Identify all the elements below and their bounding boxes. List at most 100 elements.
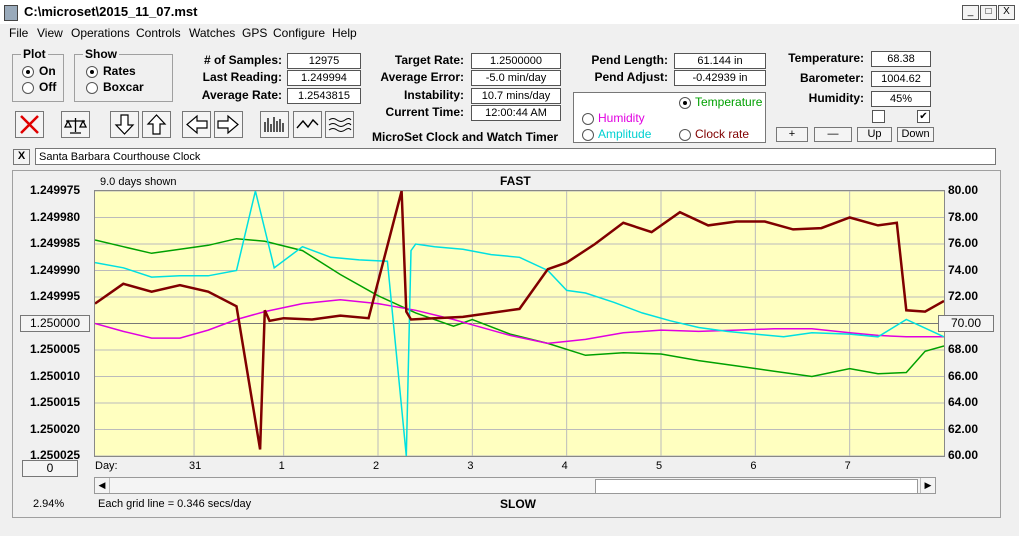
title-bar: C:\microset\2015_11_07.mst _ □ X — [0, 0, 1019, 25]
arrow-down-button[interactable] — [110, 111, 139, 138]
center-rate-button[interactable]: 1.250000 — [20, 315, 90, 332]
average-error-label: Average Error: — [380, 70, 464, 84]
humidity-radio[interactable] — [582, 113, 594, 125]
right-tick-label: 74.00 — [948, 262, 979, 277]
bars-icon — [264, 117, 284, 132]
amplitude-radio[interactable] — [582, 129, 594, 141]
temperature-label: Temperature: — [788, 51, 864, 65]
arrow-up-button[interactable] — [142, 111, 171, 138]
barometer-value: 1004.62 — [871, 71, 931, 87]
show-boxcar-radio[interactable] — [86, 82, 98, 94]
filter-button[interactable] — [325, 111, 354, 138]
left-tick-label: 1.249975 — [30, 183, 81, 197]
x-tick-label: 6 — [750, 460, 757, 472]
samples-label: # of Samples: — [203, 53, 282, 67]
right-tick-label: 78.00 — [948, 209, 979, 224]
x-tick-label: 4 — [561, 460, 568, 472]
percent-label: 2.94% — [33, 498, 65, 510]
barometer-label: Barometer: — [799, 71, 864, 85]
clock-rate-option-label: Clock rate — [695, 127, 750, 141]
right-tick-label: 72.00 — [948, 289, 979, 303]
window-title: C:\microset\2015_11_07.mst — [24, 4, 198, 19]
menu-watches[interactable]: Watches — [189, 26, 235, 40]
samples-value: 12975 — [287, 53, 361, 69]
app-icon — [4, 5, 18, 21]
show-rates-radio[interactable] — [86, 66, 98, 78]
clock-name-field[interactable]: Santa Barbara Courthouse Clock — [35, 148, 996, 165]
last-reading-label: Last Reading: — [202, 70, 282, 84]
arrow-left-icon — [186, 114, 208, 135]
minus-button[interactable]: — — [814, 127, 852, 142]
day-axis-label: Day: — [95, 460, 118, 472]
x-tick-label: 3 — [467, 460, 474, 472]
smooth-button[interactable] — [293, 111, 322, 138]
amplitude-option-label: Amplitude — [598, 127, 652, 141]
overlay-select-box: Temperature Humidity Amplitude Clock rat… — [573, 92, 766, 143]
left-tick-label: 1.249985 — [30, 236, 81, 250]
arrow-left-button[interactable] — [182, 111, 211, 138]
up-button[interactable]: Up — [857, 127, 892, 142]
wave-icon — [296, 118, 319, 129]
pend-length-value: 61.144 in — [674, 53, 766, 69]
clock-rate-radio[interactable] — [679, 129, 691, 141]
center-temp-button[interactable]: 70.00 — [938, 315, 994, 332]
arrow-right-button[interactable] — [214, 111, 243, 138]
show-group: Show Rates Boxcar — [74, 47, 173, 102]
arrow-right-icon — [217, 114, 239, 135]
plot-legend: Plot — [21, 47, 48, 61]
scroll-thumb[interactable] — [595, 479, 918, 494]
down-button[interactable]: Down — [897, 127, 934, 142]
plot-group: Plot On Off — [12, 47, 64, 102]
minimize-button[interactable]: _ — [962, 5, 979, 20]
fast-label: FAST — [500, 174, 531, 188]
temperature-radio[interactable] — [679, 97, 691, 109]
humidity-option-label: Humidity — [598, 111, 645, 125]
scroll-right-icon[interactable]: ▶ — [920, 478, 935, 493]
pend-length-label: Pend Length: — [591, 53, 668, 67]
arrow-up-icon — [146, 114, 167, 135]
menu-configure[interactable]: Configure — [273, 26, 325, 40]
series-humidity — [95, 298, 944, 345]
left-tick-label: 1.249995 — [30, 289, 81, 303]
maximize-button[interactable]: □ — [980, 5, 997, 20]
menu-operations[interactable]: Operations — [71, 26, 130, 40]
pend-adjust-value: -0.42939 in — [674, 70, 766, 86]
instability-label: Instability: — [403, 88, 464, 102]
clear-clock-button[interactable]: X — [13, 149, 30, 165]
humidity-label: Humidity: — [808, 91, 864, 105]
horizontal-scrollbar[interactable]: ◀ ▶ — [94, 477, 936, 494]
right-tick-label: 64.00 — [948, 395, 979, 409]
right-tick-label: 66.00 — [948, 368, 979, 383]
menu-gps[interactable]: GPS — [242, 26, 267, 40]
show-boxcar-label: Boxcar — [103, 80, 144, 94]
left-tick-label: 1.249990 — [30, 262, 81, 277]
menu-help[interactable]: Help — [332, 26, 357, 40]
average-rate-value: 1.2543815 — [287, 88, 361, 104]
days-shown-label: 9.0 days shown — [100, 176, 177, 188]
zero-button[interactable]: 0 — [22, 460, 78, 477]
show-legend: Show — [83, 47, 119, 61]
scale-icon — [63, 118, 88, 134]
arrow-down-icon — [114, 114, 135, 135]
average-rate-label: Average Rate: — [201, 88, 282, 102]
menu-controls[interactable]: Controls — [136, 26, 181, 40]
left-tick-label: 1.250010 — [30, 368, 81, 383]
left-checkbox[interactable] — [872, 110, 885, 123]
x-tick-label: 2 — [373, 460, 380, 472]
right-checkbox[interactable]: ✔ — [917, 110, 930, 123]
red-x-icon — [20, 115, 39, 134]
plot-off-radio[interactable] — [22, 82, 34, 94]
close-window-button[interactable]: X — [998, 5, 1015, 20]
balance-button[interactable] — [61, 111, 90, 138]
menu-view[interactable]: View — [37, 26, 63, 40]
plus-button[interactable]: + — [776, 127, 808, 142]
right-tick-label: 80.00 — [948, 183, 979, 197]
plot-on-radio[interactable] — [22, 66, 34, 78]
x-tick-label: 31 — [189, 460, 202, 472]
raw-data-button[interactable] — [260, 111, 289, 138]
app-caption: MicroSet Clock and Watch Timer — [372, 130, 559, 144]
left-tick-label: 1.250020 — [30, 421, 81, 436]
menu-file[interactable]: File — [9, 26, 28, 40]
scroll-left-icon[interactable]: ◀ — [95, 478, 110, 493]
stop-button[interactable] — [15, 111, 44, 138]
